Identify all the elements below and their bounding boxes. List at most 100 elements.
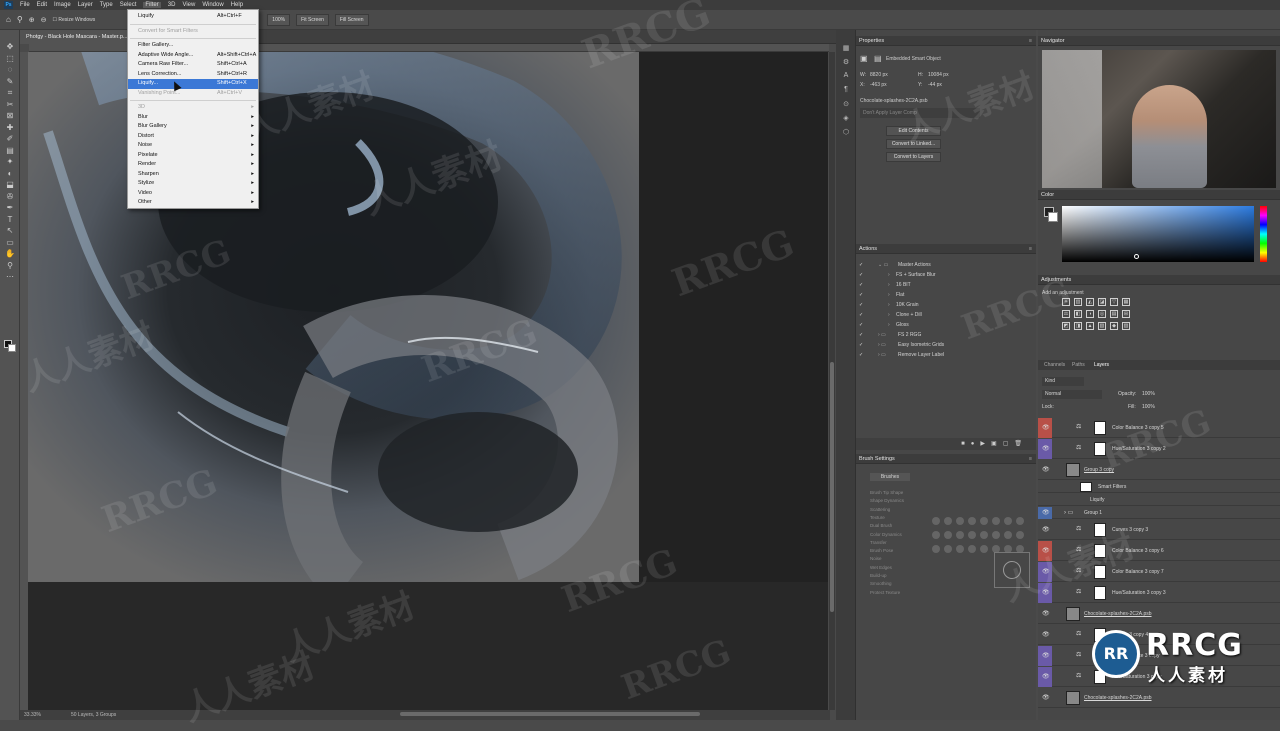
fill-value[interactable]: 100% bbox=[1142, 404, 1155, 410]
expand-arrow-icon[interactable]: › bbox=[888, 310, 890, 320]
zoom-in-icon[interactable]: ⊕ bbox=[29, 16, 35, 24]
menu-filter[interactable]: Filter bbox=[143, 2, 161, 8]
visibility-eye-icon[interactable]: 👁 bbox=[1042, 589, 1050, 596]
color-picker-ring[interactable] bbox=[1134, 254, 1139, 259]
layer-mask-thumbnail[interactable] bbox=[1094, 421, 1106, 435]
filter-menu-item-filter-gallery[interactable]: Filter Gallery... bbox=[128, 41, 258, 51]
filter-menu-item-noise[interactable]: Noise ▸ bbox=[128, 141, 258, 151]
folder-icon[interactable]: › ▭ bbox=[878, 350, 886, 360]
filter-menu-item-blur-gallery[interactable]: Blur Gallery ▸ bbox=[128, 122, 258, 132]
libraries-panel-icon[interactable]: ⬡ bbox=[840, 128, 852, 138]
paragraph-panel-icon[interactable]: ¶ bbox=[840, 86, 852, 96]
adjustment-9-icon[interactable]: ◎ bbox=[1098, 310, 1106, 318]
eraser-tool-icon[interactable]: ◐ bbox=[4, 169, 16, 179]
action-item[interactable]: ✓ › 16 BIT bbox=[856, 280, 1036, 290]
brush-option[interactable]: Scattering bbox=[870, 507, 890, 512]
adjustment-13-icon[interactable]: ◨ bbox=[1074, 322, 1082, 330]
frame-tool-icon[interactable]: ⊠ bbox=[4, 111, 16, 121]
blend-mode-select[interactable]: Normal bbox=[1042, 390, 1102, 399]
fit-screen-button[interactable]: Fit Screen bbox=[296, 13, 329, 26]
action-item[interactable]: ✓ › Gloss bbox=[856, 320, 1036, 330]
zoom-level[interactable]: 33.33% bbox=[24, 712, 41, 718]
filter-menu-item-stylize[interactable]: Stylize ▸ bbox=[128, 179, 258, 189]
group-folder-icon[interactable]: › ▭ bbox=[1064, 509, 1073, 516]
layer-row[interactable]: 👁 ⚖ Curves 3 copy 3 bbox=[1038, 520, 1280, 540]
layer-filter-kind[interactable]: Kind bbox=[1042, 377, 1084, 386]
pen-tool-icon[interactable]: ✒ bbox=[4, 203, 16, 213]
filter-menu-item-render[interactable]: Render ▸ bbox=[128, 160, 258, 170]
background-color-swatch[interactable] bbox=[1048, 212, 1058, 222]
adjustment-0-icon[interactable]: ☀ bbox=[1062, 298, 1070, 306]
action-enabled-check-icon[interactable]: ✓ bbox=[859, 320, 865, 330]
zoom-out-icon[interactable]: ⊖ bbox=[41, 16, 47, 24]
smart-object-thumbnail[interactable] bbox=[1066, 607, 1080, 621]
adjustment-1-icon[interactable]: ▥ bbox=[1074, 298, 1082, 306]
visibility-eye-icon[interactable]: 👁 bbox=[1042, 694, 1050, 701]
horizontal-scroll-thumb[interactable] bbox=[400, 712, 700, 716]
filter-menu-item-adaptive-wide-angle[interactable]: Adaptive Wide Angle... Alt+Shift+Ctrl+A bbox=[128, 51, 258, 61]
brush-option[interactable]: Shape Dynamics bbox=[870, 498, 904, 503]
visibility-eye-icon[interactable]: 👁 bbox=[1042, 509, 1050, 516]
3d-panel-icon[interactable]: ⊙ bbox=[840, 100, 852, 110]
healing-tool-icon[interactable]: ✚ bbox=[4, 123, 16, 133]
layer-row[interactable]: 👁 ⚖ Color Balance 3 copy 7 bbox=[1038, 562, 1280, 582]
action-item[interactable]: ✓ › 10K Grain bbox=[856, 300, 1036, 310]
document-tab[interactable]: Photgy - Black Hole Mascara - Master.p..… bbox=[20, 30, 134, 44]
type-tool-icon[interactable]: T bbox=[4, 215, 16, 225]
artwork-image[interactable] bbox=[28, 52, 639, 582]
expand-arrow-icon[interactable]: › bbox=[888, 290, 890, 300]
filter-menu-item-distort[interactable]: Distort ▸ bbox=[128, 132, 258, 142]
y-value[interactable]: -44 px bbox=[928, 82, 942, 88]
action-enabled-check-icon[interactable]: ✓ bbox=[859, 260, 865, 270]
expand-arrow-icon[interactable]: › bbox=[888, 280, 890, 290]
history-panel-icon[interactable]: ▦ bbox=[840, 44, 852, 54]
expand-arrow-icon[interactable]: › bbox=[888, 320, 890, 330]
adjustment-16-icon[interactable]: ◆ bbox=[1110, 322, 1118, 330]
layer-row[interactable]: Smart Filters bbox=[1038, 481, 1280, 493]
history-brush-tool-icon[interactable]: ✦ bbox=[4, 157, 16, 167]
panel-menu-icon[interactable]: ≡ bbox=[1029, 36, 1032, 46]
smart-object-thumbnail[interactable] bbox=[1066, 463, 1080, 477]
adjustment-2-icon[interactable]: ◭ bbox=[1086, 298, 1094, 306]
adjustment-3-icon[interactable]: ◪ bbox=[1098, 298, 1106, 306]
menu-image[interactable]: Image bbox=[54, 2, 71, 8]
folder-icon[interactable]: ⌄ ▭ bbox=[878, 260, 888, 270]
action-item[interactable]: ✓ › FS + Surface Blur bbox=[856, 270, 1036, 280]
move-tool-icon[interactable]: ✥ bbox=[4, 42, 16, 52]
action-enabled-check-icon[interactable]: ✓ bbox=[859, 300, 865, 310]
adjustment-14-icon[interactable]: ▲ bbox=[1086, 322, 1094, 330]
panel-menu-icon[interactable]: ≡ bbox=[1029, 244, 1032, 254]
menu-window[interactable]: Window bbox=[202, 2, 223, 8]
adjustment-7-icon[interactable]: ◧ bbox=[1074, 310, 1082, 318]
lasso-tool-icon[interactable]: ◌ bbox=[4, 65, 16, 75]
quick-select-tool-icon[interactable]: ✎ bbox=[4, 77, 16, 87]
visibility-eye-icon[interactable]: 👁 bbox=[1042, 568, 1050, 575]
visibility-eye-icon[interactable]: 👁 bbox=[1042, 466, 1050, 473]
filter-menu-item-other[interactable]: Other ▸ bbox=[128, 198, 258, 208]
visibility-eye-icon[interactable]: 👁 bbox=[1042, 424, 1050, 431]
menu-view[interactable]: View bbox=[182, 2, 195, 8]
menu-file[interactable]: File bbox=[20, 2, 30, 8]
smart-object-thumbnail[interactable] bbox=[1066, 691, 1080, 705]
layer-group-row[interactable]: 👁 › ▭ Group 1 bbox=[1038, 507, 1280, 519]
action-enabled-check-icon[interactable]: ✓ bbox=[859, 290, 865, 300]
menu-3d[interactable]: 3D bbox=[168, 2, 176, 8]
action-set[interactable]: ✓ › ▭ FS 2 RGG bbox=[856, 330, 1036, 340]
tab-paths[interactable]: Paths bbox=[1072, 362, 1085, 368]
home-icon[interactable]: ⌂ bbox=[6, 15, 11, 24]
vertical-scrollbar[interactable] bbox=[829, 52, 835, 710]
adjustment-10-icon[interactable]: ▤ bbox=[1110, 310, 1118, 318]
convert-layers-button[interactable]: Convert to Layers bbox=[886, 152, 941, 162]
layer-row[interactable]: 👁 ⚖ Hue/Saturation 3 copy 3 bbox=[1038, 583, 1280, 603]
layer-row[interactable]: 👁 ⚖ Color Balance 3 copy 6 bbox=[1038, 541, 1280, 561]
brush-option[interactable]: Brush Pose bbox=[870, 548, 893, 553]
action-enabled-check-icon[interactable]: ✓ bbox=[859, 340, 865, 350]
filter-menu-item-camera-raw-filter[interactable]: Camera Raw Filter... Shift+Ctrl+A bbox=[128, 60, 258, 70]
filter-menu-item-pixelate[interactable]: Pixelate ▸ bbox=[128, 151, 258, 161]
adjustment-6-icon[interactable]: ⚖ bbox=[1062, 310, 1070, 318]
panel-menu-icon[interactable]: ≡ bbox=[1029, 454, 1032, 464]
adjustment-4-icon[interactable]: ▽ bbox=[1110, 298, 1118, 306]
tab-channels[interactable]: Channels bbox=[1044, 362, 1065, 368]
menu-edit[interactable]: Edit bbox=[37, 2, 47, 8]
layer-mask-thumbnail[interactable] bbox=[1094, 586, 1106, 600]
